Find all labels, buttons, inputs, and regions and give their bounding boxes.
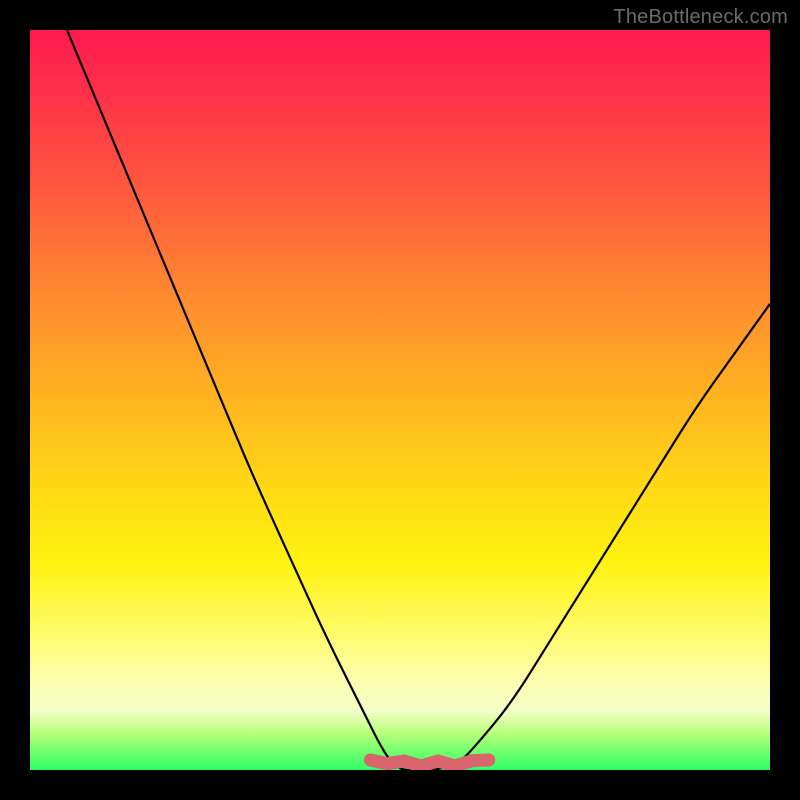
watermark-text: TheBottleneck.com [613, 6, 788, 29]
optimal-range-highlight [370, 760, 488, 766]
chart-frame: TheBottleneck.com [0, 0, 800, 800]
plot-area [30, 30, 770, 770]
chart-svg [30, 30, 770, 770]
bottleneck-curve [67, 30, 770, 770]
